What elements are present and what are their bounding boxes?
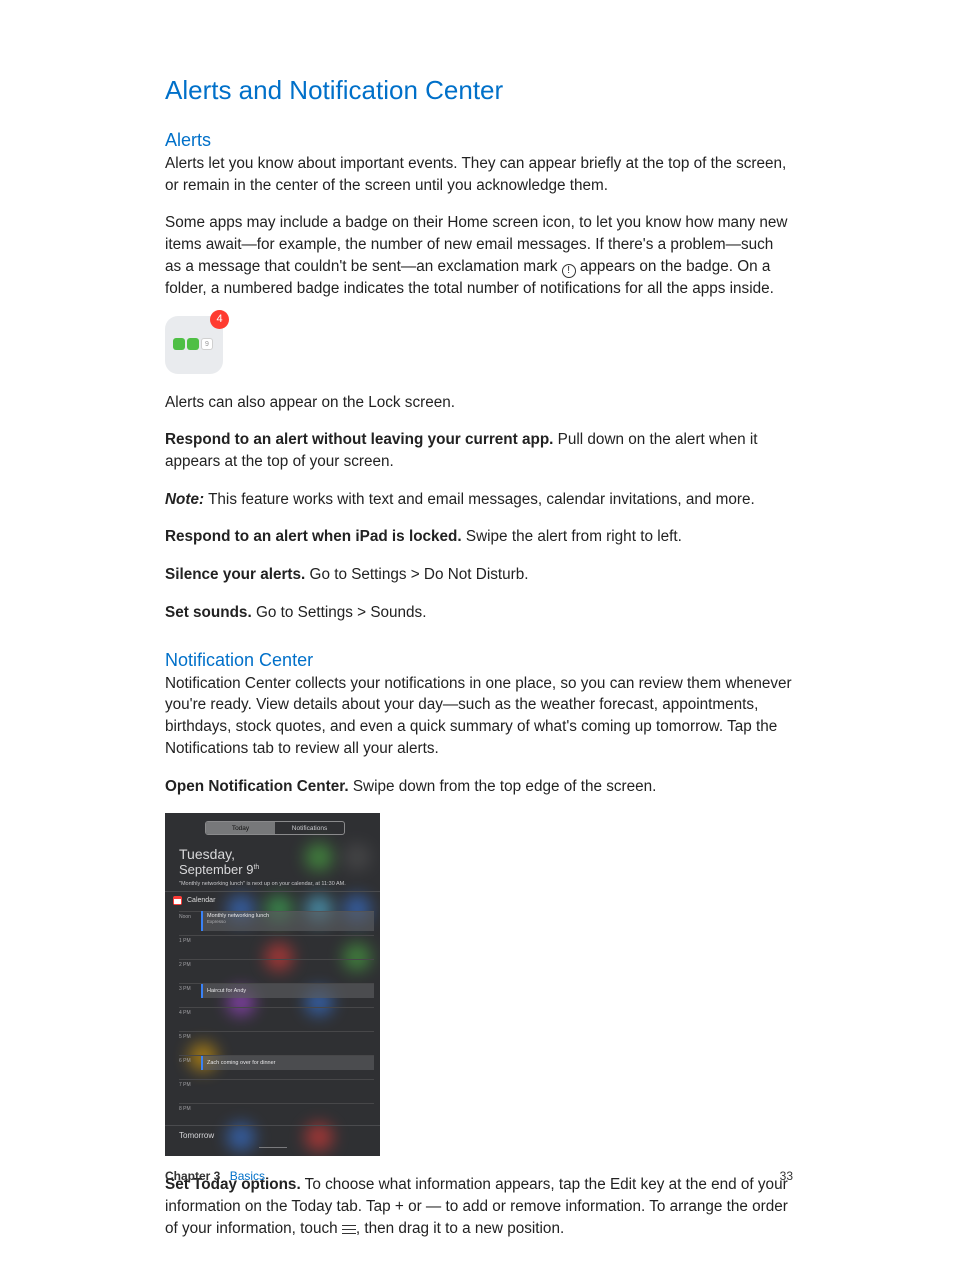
exclamation-circle-icon: ! xyxy=(562,264,576,278)
open-nc-label: Open Notification Center. xyxy=(165,778,349,795)
alerts-heading: Alerts xyxy=(165,130,793,151)
alerts-intro-2: Some apps may include a badge on their H… xyxy=(165,212,793,299)
note-line: Note: This feature works with text and e… xyxy=(165,489,793,511)
event-location: Expresso xyxy=(207,919,370,924)
today-text-b: , then drag it to a new position. xyxy=(356,1220,564,1237)
time-label: 4 PM xyxy=(179,1010,199,1016)
nc-date: Tuesday, September 9th xyxy=(179,847,259,877)
event-title: Haircut for Andy xyxy=(207,988,246,994)
notification-center-heading: Notification Center xyxy=(165,650,793,671)
app-icon xyxy=(173,338,185,350)
tab-notifications[interactable]: Notifications xyxy=(275,822,344,834)
calendar-event: Zach coming over for dinner xyxy=(201,1056,374,1070)
note-text: This feature works with text and email m… xyxy=(204,491,755,508)
silence-alerts: Silence your alerts. Go to Settings > Do… xyxy=(165,564,793,586)
time-label: Noon xyxy=(179,914,199,920)
nc-tabs: Today Notifications xyxy=(205,821,345,835)
set-sounds: Set sounds. Go to Settings > Sounds. xyxy=(165,602,793,624)
silence-text: Go to Settings > Do Not Disturb. xyxy=(305,566,528,583)
respond-locked-label: Respond to an alert when iPad is locked. xyxy=(165,528,462,545)
page-number: 33 xyxy=(780,1169,793,1183)
calendar-event: Monthly networking lunch Expresso xyxy=(201,911,374,931)
page-title: Alerts and Notification Center xyxy=(165,75,793,106)
page-footer: Chapter 3 Basics 33 xyxy=(165,1169,793,1183)
time-label: 3 PM xyxy=(179,986,199,992)
open-nc-text: Swipe down from the top edge of the scre… xyxy=(349,778,657,795)
calendar-icon xyxy=(173,896,182,905)
nc-day: Tuesday, xyxy=(179,847,259,862)
sounds-label: Set sounds. xyxy=(165,604,252,621)
open-nc: Open Notification Center. Swipe down fro… xyxy=(165,776,793,798)
nc-summary: "Monthly networking lunch" is next up on… xyxy=(179,881,346,887)
calendar-event: Haircut for Andy xyxy=(201,984,374,998)
respond-current-app: Respond to an alert without leaving your… xyxy=(165,429,793,472)
alerts-lockscreen: Alerts can also appear on the Lock scree… xyxy=(165,392,793,414)
tab-today[interactable]: Today xyxy=(206,822,275,834)
time-label: 5 PM xyxy=(179,1034,199,1040)
folder-badge-figure: 9 4 xyxy=(165,316,223,374)
reorder-handle-icon xyxy=(342,1225,356,1234)
time-label: 7 PM xyxy=(179,1082,199,1088)
silence-label: Silence your alerts. xyxy=(165,566,305,583)
chapter-label: Chapter 3 xyxy=(165,1169,220,1183)
nc-full-date: September 9th xyxy=(179,862,259,877)
sounds-text: Go to Settings > Sounds. xyxy=(252,604,427,621)
respond-app-label: Respond to an alert without leaving your… xyxy=(165,431,553,448)
event-title: Zach coming over for dinner xyxy=(207,1060,275,1066)
time-label: 6 PM xyxy=(179,1058,199,1064)
notification-center-figure: Today Notifications Tuesday, September 9… xyxy=(165,813,380,1156)
nc-calendar-header: Calendar xyxy=(173,896,215,905)
footer-chapter: Chapter 3 Basics xyxy=(165,1169,265,1183)
respond-locked: Respond to an alert when iPad is locked.… xyxy=(165,526,793,548)
chapter-name-link[interactable]: Basics xyxy=(230,1169,265,1183)
app-icon xyxy=(187,338,199,350)
nc-timeline: Noon Monthly networking lunch Expresso 1… xyxy=(179,911,374,1127)
calendar-label: Calendar xyxy=(187,897,215,904)
time-label: 2 PM xyxy=(179,962,199,968)
alerts-intro-1: Alerts let you know about important even… xyxy=(165,153,793,196)
nc-intro: Notification Center collects your notifi… xyxy=(165,673,793,760)
page-content: Alerts and Notification Center Alerts Al… xyxy=(165,75,793,1255)
note-label: Note: xyxy=(165,491,204,508)
app-icon: 9 xyxy=(201,338,213,350)
time-label: 8 PM xyxy=(179,1106,199,1112)
notification-badge: 4 xyxy=(210,310,229,329)
respond-locked-text: Swipe the alert from right to left. xyxy=(462,528,682,545)
time-label: 1 PM xyxy=(179,938,199,944)
nc-tomorrow-label: Tomorrow xyxy=(179,1131,214,1140)
set-today-options: Set Today options. To choose what inform… xyxy=(165,1174,793,1239)
grabber-handle-icon[interactable] xyxy=(259,1147,287,1151)
